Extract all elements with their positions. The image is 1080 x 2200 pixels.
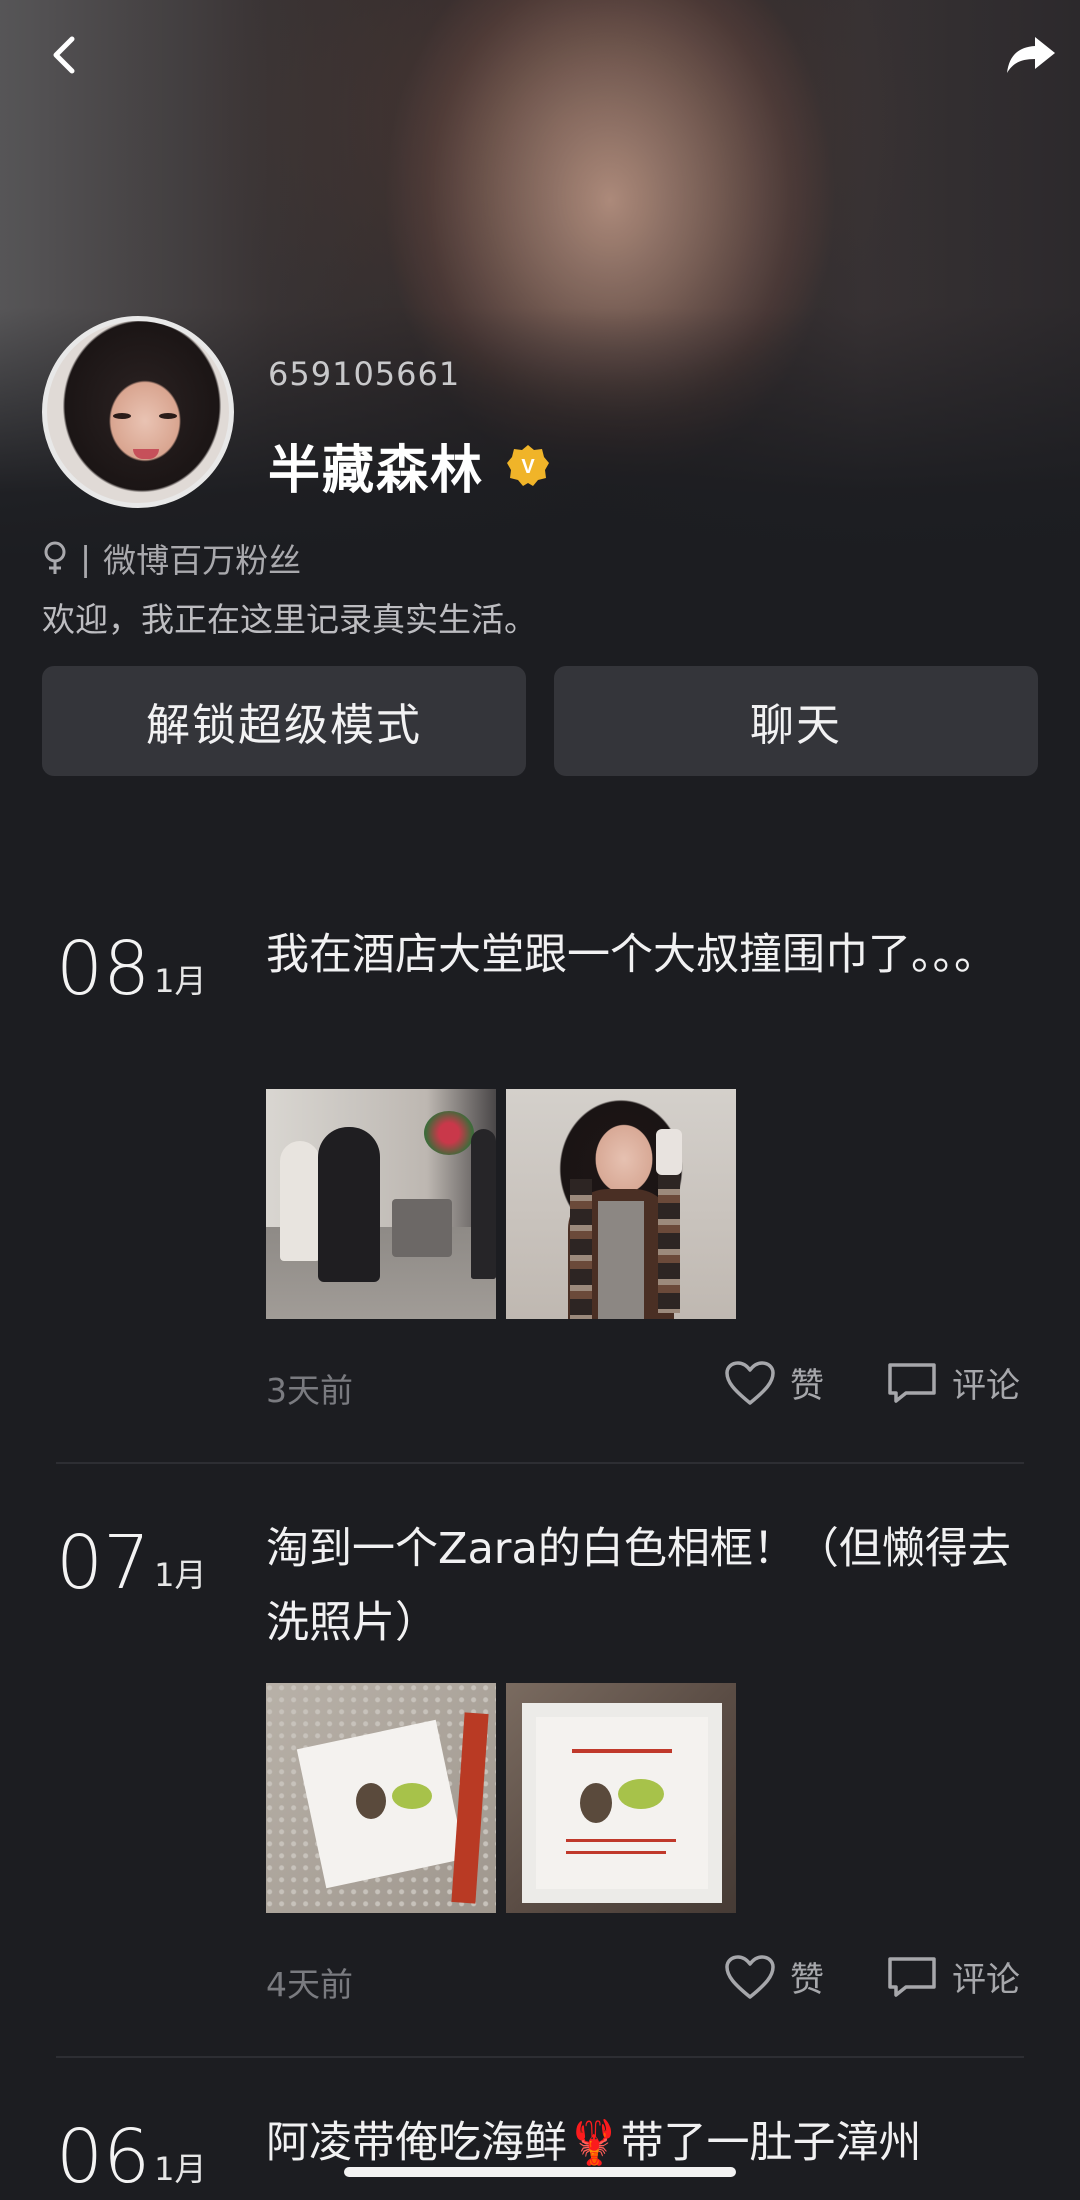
post-time: 3天前 bbox=[266, 1371, 353, 1410]
avatar-eye bbox=[159, 413, 177, 419]
post-day: 06 bbox=[56, 2114, 151, 2200]
meta-separator: | bbox=[80, 538, 92, 578]
post-image[interactable] bbox=[266, 1683, 496, 1913]
display-name: 半藏森林 bbox=[268, 441, 485, 501]
post-time: 4天前 bbox=[266, 1965, 353, 2004]
like-label: 赞 bbox=[790, 1366, 824, 1406]
post-divider bbox=[56, 1462, 1024, 1464]
heart-icon bbox=[725, 1954, 775, 1999]
post-image[interactable] bbox=[266, 1089, 496, 1319]
post-divider bbox=[56, 2056, 1024, 2058]
badge-letter: V bbox=[521, 456, 535, 478]
unlock-super-mode-button[interactable]: 解锁超级模式 bbox=[42, 666, 526, 776]
post-image[interactable] bbox=[506, 1089, 736, 1319]
post-day: 07 bbox=[56, 1520, 151, 1606]
like-button[interactable]: 赞 bbox=[724, 1952, 824, 2001]
post-month: 1月 bbox=[154, 2150, 207, 2188]
post-image[interactable] bbox=[506, 1683, 736, 1913]
avatar-lips bbox=[133, 449, 159, 459]
name-row: 半藏森林 V bbox=[268, 428, 550, 503]
post-images bbox=[266, 1089, 736, 1319]
comment-icon bbox=[888, 1956, 936, 1997]
post-text: 我在酒店大堂跟一个大叔撞围巾了。。。 bbox=[266, 930, 997, 980]
comment-icon bbox=[888, 1362, 936, 1403]
post-date: 06 1月 bbox=[56, 2114, 207, 2200]
chevron-left-icon bbox=[53, 36, 75, 74]
post-date: 08 1月 bbox=[56, 926, 207, 1012]
comment-button[interactable]: 评论 bbox=[886, 1358, 1020, 1407]
like-button[interactable]: 赞 bbox=[724, 1358, 824, 1407]
profile-bio: 欢迎，我正在这里记录真实生活。 bbox=[42, 600, 537, 639]
heart-icon bbox=[725, 1360, 775, 1405]
comment-label: 评论 bbox=[952, 1366, 1020, 1406]
post-day: 08 bbox=[56, 926, 151, 1012]
user-id: 659105661 bbox=[268, 355, 461, 393]
post-month: 1月 bbox=[154, 1556, 207, 1594]
comment-button[interactable]: 评论 bbox=[886, 1952, 1020, 2001]
post-text: 淘到一个Zara的白色相框！（但懒得去洗照片） bbox=[266, 1524, 1011, 1648]
profile-tag: 微博百万粉丝 bbox=[103, 541, 302, 580]
share-arrow-icon bbox=[1007, 37, 1055, 73]
verified-badge-icon: V bbox=[507, 444, 550, 486]
avatar[interactable] bbox=[42, 316, 234, 508]
home-indicator[interactable] bbox=[344, 2167, 736, 2177]
profile-meta: | 微博百万粉丝 bbox=[42, 534, 301, 582]
share-button[interactable] bbox=[996, 20, 1066, 90]
chat-button[interactable]: 聊天 bbox=[554, 666, 1038, 776]
female-icon bbox=[44, 541, 66, 574]
post-date: 07 1月 bbox=[56, 1520, 207, 1606]
back-button[interactable] bbox=[28, 20, 98, 90]
post-images bbox=[266, 1683, 736, 1913]
like-label: 赞 bbox=[790, 1960, 824, 2000]
comment-label: 评论 bbox=[952, 1960, 1020, 2000]
avatar-eye bbox=[113, 413, 131, 419]
post-month: 1月 bbox=[154, 962, 207, 1000]
